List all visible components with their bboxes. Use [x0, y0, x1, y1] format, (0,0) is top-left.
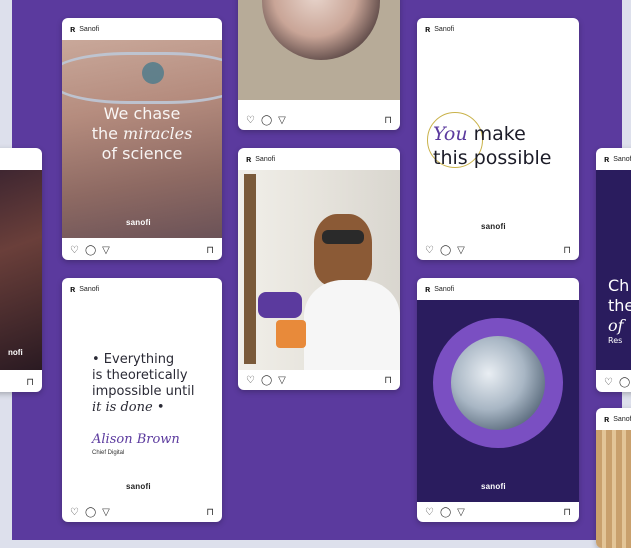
post-actions: ♡ ◯: [596, 372, 631, 392]
heart-icon[interactable]: ♡: [70, 507, 79, 518]
account-name: Sanofi: [255, 155, 276, 163]
comment-icon[interactable]: ◯: [440, 507, 451, 518]
comment-icon[interactable]: ◯: [85, 245, 96, 256]
bookmark-icon[interactable]: ⊓: [206, 245, 214, 256]
sanofi-wordmark: sanofi: [126, 482, 151, 491]
microscope-circle-photo: [451, 336, 545, 430]
share-icon[interactable]: ▽: [278, 375, 286, 386]
post-card-right-partial[interactable]: ʀ Sanofi Ch the of Res ♡ ◯: [596, 148, 631, 392]
eye-shape: [142, 62, 164, 84]
post-card-bottom-right-partial[interactable]: ʀ Sanofi: [596, 408, 631, 548]
heart-icon[interactable]: ♡: [70, 245, 79, 256]
share-icon[interactable]: ▽: [102, 507, 110, 518]
post-header: ʀ Sanofi: [62, 278, 222, 300]
headset-background: [238, 0, 400, 100]
hair-shape: [314, 214, 372, 286]
post-caption: nofi: [8, 348, 23, 357]
post-card-you-make-possible[interactable]: ʀ Sanofi You make this possible sanofi ♡…: [417, 18, 579, 260]
account-name: Sanofi: [613, 155, 631, 163]
lab-coat-shape: [304, 280, 400, 370]
dark-purple-panel: [417, 300, 579, 502]
heart-icon[interactable]: ♡: [425, 245, 434, 256]
heart-icon[interactable]: ♡: [425, 507, 434, 518]
post-header: ʀ Sanofi: [417, 278, 579, 300]
bookmark-icon[interactable]: ⊓: [26, 377, 34, 388]
sanofi-logo-icon: ʀ: [70, 284, 76, 294]
account-name: Sanofi: [613, 415, 631, 423]
bookmark-icon[interactable]: ⊓: [384, 115, 392, 126]
post-header: ʀ Sanofi: [596, 408, 631, 430]
share-icon[interactable]: ▽: [457, 507, 465, 518]
partial-headline: Ch the of Res: [608, 276, 631, 345]
possible-headline: You make this possible: [433, 123, 552, 169]
post-card-left-partial[interactable]: nofi ⊓: [0, 148, 42, 392]
bookmark-icon[interactable]: ⊓: [206, 507, 214, 518]
post-actions: ♡ ◯ ▽ ⊓: [417, 240, 579, 260]
sanofi-logo-icon: ʀ: [604, 154, 610, 164]
sanofi-logo-icon: ʀ: [70, 24, 76, 34]
comment-icon[interactable]: ◯: [85, 507, 96, 518]
wood-texture-photo: [596, 430, 631, 548]
heart-icon[interactable]: ♡: [604, 377, 613, 388]
sample-tray-shape: [276, 320, 306, 348]
window-frame: [244, 174, 256, 364]
share-icon[interactable]: ▽: [278, 115, 286, 126]
sanofi-wordmark: sanofi: [126, 218, 151, 227]
post-header: ʀ Sanofi: [62, 18, 222, 40]
bookmark-icon[interactable]: ⊓: [563, 245, 571, 256]
sanofi-logo-icon: ʀ: [604, 414, 610, 424]
post-card-science[interactable]: ʀ Sanofi We chase the miracles of scienc…: [62, 18, 222, 260]
post-header: ʀ Sanofi: [238, 148, 400, 170]
quote-author-role: Chief Digital: [92, 450, 125, 456]
sanofi-wordmark: sanofi: [481, 222, 506, 231]
post-actions: ♡ ◯ ▽ ⊓: [62, 240, 222, 260]
heart-icon[interactable]: ♡: [246, 115, 255, 126]
headset-circle-photo: [262, 0, 380, 60]
bookmark-icon[interactable]: ⊓: [563, 507, 571, 518]
quote-text: • Everything is theoretically impossible…: [92, 352, 195, 415]
portrait-photo: [0, 170, 42, 370]
post-card-quote[interactable]: ʀ Sanofi • Everything is theoretically i…: [62, 278, 222, 522]
account-name: Sanofi: [79, 285, 100, 293]
post-actions: ♡ ◯ ▽ ⊓: [62, 502, 222, 522]
post-card-lab-researcher[interactable]: ʀ Sanofi ♡ ◯ ▽ ⊓: [238, 148, 400, 390]
post-actions: ♡ ◯ ▽ ⊓: [238, 370, 400, 390]
account-name: Sanofi: [79, 25, 100, 33]
post-card-microscope[interactable]: ʀ Sanofi sanofi ♡ ◯ ▽ ⊓: [417, 278, 579, 522]
comment-icon[interactable]: ◯: [619, 377, 630, 388]
comment-icon[interactable]: ◯: [261, 115, 272, 126]
post-card-headset[interactable]: ♡ ◯ ▽ ⊓: [238, 0, 400, 130]
post-actions: ♡ ◯ ▽ ⊓: [417, 502, 579, 522]
post-header: ʀ Sanofi: [417, 18, 579, 40]
account-name: Sanofi: [434, 25, 455, 33]
bookmark-icon[interactable]: ⊓: [384, 375, 392, 386]
sanofi-logo-icon: ʀ: [425, 24, 431, 34]
glove-shape: [258, 292, 302, 318]
sanofi-logo-icon: ʀ: [425, 284, 431, 294]
post-header: ʀ Sanofi: [596, 148, 631, 170]
comment-icon[interactable]: ◯: [440, 245, 451, 256]
headset-shape: [322, 230, 364, 244]
sanofi-logo-icon: ʀ: [246, 154, 252, 164]
heart-icon[interactable]: ♡: [246, 375, 255, 386]
safety-glasses-shape: [62, 52, 222, 104]
lab-researcher-photo: [238, 170, 400, 370]
sanofi-wordmark: sanofi: [481, 482, 506, 491]
post-actions: ♡ ◯ ▽ ⊓: [238, 110, 400, 130]
page: nofi ⊓ ʀ Sanofi We chase the miracles of…: [0, 0, 631, 548]
account-name: Sanofi: [434, 285, 455, 293]
science-headline: We chase the miracles of science: [91, 104, 193, 163]
quote-author: Alison Brown: [92, 432, 180, 447]
share-icon[interactable]: ▽: [457, 245, 465, 256]
share-icon[interactable]: ▽: [102, 245, 110, 256]
comment-icon[interactable]: ◯: [261, 375, 272, 386]
